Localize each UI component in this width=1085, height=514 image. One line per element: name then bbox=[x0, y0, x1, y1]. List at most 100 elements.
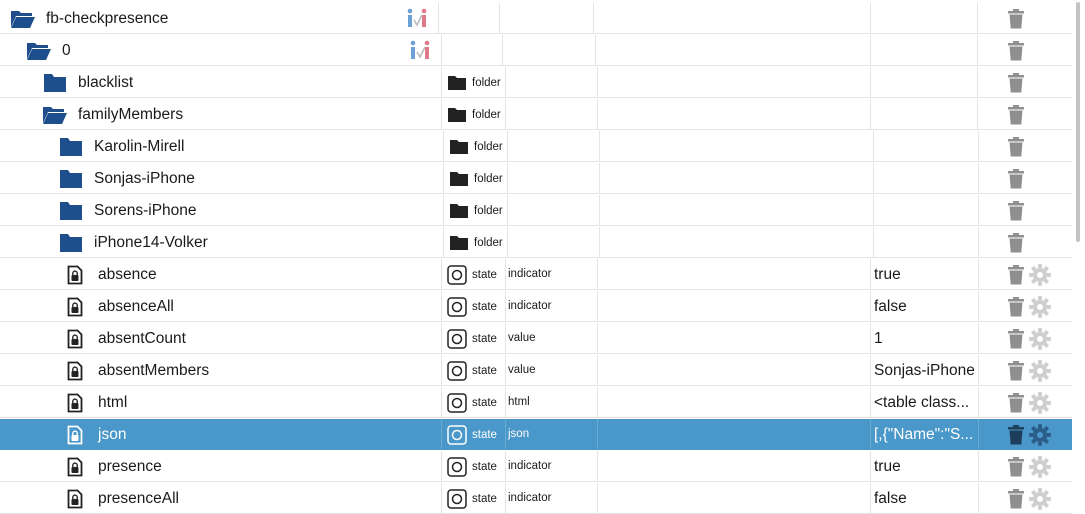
tree-row[interactable]: Sonjas-iPhone folder bbox=[0, 163, 1072, 194]
gear-icon[interactable] bbox=[1029, 295, 1051, 318]
trash-icon[interactable] bbox=[1007, 104, 1025, 125]
trash-icon[interactable] bbox=[1007, 8, 1025, 29]
tree-row[interactable]: iPhone14-Volker folder bbox=[0, 227, 1072, 258]
object-value[interactable]: <table class... bbox=[874, 387, 978, 418]
name-cell[interactable]: json bbox=[62, 419, 126, 450]
column-divider bbox=[978, 355, 979, 385]
object-value[interactable]: false bbox=[874, 483, 978, 514]
object-role: json bbox=[508, 428, 530, 440]
tree-row[interactable]: json state json [,{"Name":"S... bbox=[0, 419, 1072, 450]
object-name: html bbox=[98, 393, 128, 411]
trash-icon[interactable] bbox=[1007, 72, 1025, 93]
gear-icon[interactable] bbox=[1029, 423, 1051, 446]
tree-row[interactable]: familyMembers folder bbox=[0, 99, 1072, 130]
folder-open-icon[interactable] bbox=[10, 8, 36, 30]
trash-icon[interactable] bbox=[1007, 136, 1025, 157]
column-divider bbox=[978, 227, 979, 257]
type-folder-icon bbox=[449, 169, 469, 189]
gear-icon[interactable] bbox=[1029, 455, 1051, 478]
trash-icon[interactable] bbox=[1007, 488, 1025, 509]
name-cell[interactable]: familyMembers bbox=[42, 99, 183, 130]
object-name: presenceAll bbox=[98, 489, 179, 507]
object-value[interactable]: [,{"Name":"S... bbox=[874, 419, 978, 450]
name-cell[interactable]: Sonjas-iPhone bbox=[58, 163, 195, 194]
gear-icon[interactable] bbox=[1029, 359, 1051, 382]
tree-row[interactable]: Karolin-Mirell folder bbox=[0, 131, 1072, 162]
object-value[interactable]: false bbox=[874, 291, 978, 322]
object-name: Sonjas-iPhone bbox=[94, 169, 195, 187]
type-folder-icon bbox=[447, 73, 467, 93]
trash-icon[interactable] bbox=[1007, 360, 1025, 381]
object-type: state bbox=[472, 364, 497, 377]
name-cell[interactable]: presenceAll bbox=[62, 483, 179, 514]
folder-open-icon[interactable] bbox=[26, 40, 52, 62]
trash-icon[interactable] bbox=[1007, 168, 1025, 189]
name-cell[interactable]: blacklist bbox=[42, 67, 133, 98]
object-type: state bbox=[472, 332, 497, 345]
object-type: folder bbox=[474, 140, 503, 153]
object-name: Sorens-iPhone bbox=[94, 201, 197, 219]
column-divider bbox=[502, 35, 503, 65]
tree-row[interactable]: 0 bbox=[0, 35, 1072, 66]
name-cell[interactable]: absentCount bbox=[62, 323, 186, 354]
tree-row[interactable]: absence state indicator true bbox=[0, 259, 1072, 290]
tree-row[interactable]: absentCount state value 1 bbox=[0, 323, 1072, 354]
name-cell[interactable]: 0 bbox=[26, 35, 71, 66]
column-divider bbox=[870, 323, 871, 353]
tree-row[interactable]: presenceAll state indicator false bbox=[0, 483, 1072, 514]
trash-icon[interactable] bbox=[1007, 296, 1025, 317]
tree-row[interactable]: blacklist folder bbox=[0, 67, 1072, 98]
gear-icon[interactable] bbox=[1029, 327, 1051, 350]
trash-icon[interactable] bbox=[1007, 424, 1025, 445]
scrollbar-thumb[interactable] bbox=[1076, 2, 1080, 242]
column-divider bbox=[597, 259, 598, 289]
gear-icon[interactable] bbox=[1029, 487, 1051, 510]
column-divider bbox=[505, 451, 506, 481]
trash-icon[interactable] bbox=[1007, 200, 1025, 221]
trash-icon[interactable] bbox=[1007, 328, 1025, 349]
folder-icon[interactable] bbox=[42, 72, 68, 94]
trash-icon[interactable] bbox=[1007, 232, 1025, 253]
folder-icon[interactable] bbox=[58, 168, 84, 190]
name-cell[interactable]: html bbox=[62, 387, 127, 418]
object-value[interactable]: true bbox=[874, 259, 978, 290]
object-value[interactable]: Sonjas-iPhone bbox=[874, 355, 978, 386]
tree-row[interactable]: fb-checkpresence bbox=[0, 3, 1072, 34]
vertical-scrollbar[interactable] bbox=[1072, 0, 1085, 514]
folder-open-icon[interactable] bbox=[42, 104, 68, 126]
name-cell[interactable]: Karolin-Mirell bbox=[58, 131, 184, 162]
tree-row[interactable]: html state html <table class... bbox=[0, 387, 1072, 418]
tree-row[interactable]: absentMembers state value Sonjas-iPhone bbox=[0, 355, 1072, 386]
gear-icon[interactable] bbox=[1029, 391, 1051, 414]
name-cell[interactable]: absenceAll bbox=[62, 291, 174, 322]
column-divider bbox=[597, 291, 598, 321]
trash-icon[interactable] bbox=[1007, 456, 1025, 477]
column-divider bbox=[505, 67, 506, 97]
object-type: folder bbox=[472, 76, 501, 89]
column-divider bbox=[507, 195, 508, 225]
folder-icon[interactable] bbox=[58, 136, 84, 158]
column-divider bbox=[978, 483, 979, 513]
gear-icon[interactable] bbox=[1029, 263, 1051, 286]
trash-icon[interactable] bbox=[1007, 392, 1025, 413]
folder-icon[interactable] bbox=[58, 232, 84, 254]
object-name: absentCount bbox=[98, 329, 186, 347]
name-cell[interactable]: iPhone14-Volker bbox=[58, 227, 208, 258]
trash-icon[interactable] bbox=[1007, 40, 1025, 61]
trash-icon[interactable] bbox=[1007, 264, 1025, 285]
object-value[interactable]: true bbox=[874, 451, 978, 482]
name-cell[interactable]: fb-checkpresence bbox=[10, 3, 168, 34]
tree-row[interactable]: presence state indicator true bbox=[0, 451, 1072, 482]
name-cell[interactable]: absence bbox=[62, 259, 157, 290]
tree-row[interactable]: absenceAll state indicator false bbox=[0, 291, 1072, 322]
column-divider bbox=[978, 195, 979, 225]
adapter-instance-icon bbox=[409, 39, 431, 61]
object-value[interactable]: 1 bbox=[874, 323, 978, 354]
name-cell[interactable]: presence bbox=[62, 451, 162, 482]
folder-icon[interactable] bbox=[58, 200, 84, 222]
name-cell[interactable]: Sorens-iPhone bbox=[58, 195, 197, 226]
object-name: Karolin-Mirell bbox=[94, 137, 185, 155]
object-role: indicator bbox=[508, 492, 552, 504]
name-cell[interactable]: absentMembers bbox=[62, 355, 209, 386]
tree-row[interactable]: Sorens-iPhone folder bbox=[0, 195, 1072, 226]
